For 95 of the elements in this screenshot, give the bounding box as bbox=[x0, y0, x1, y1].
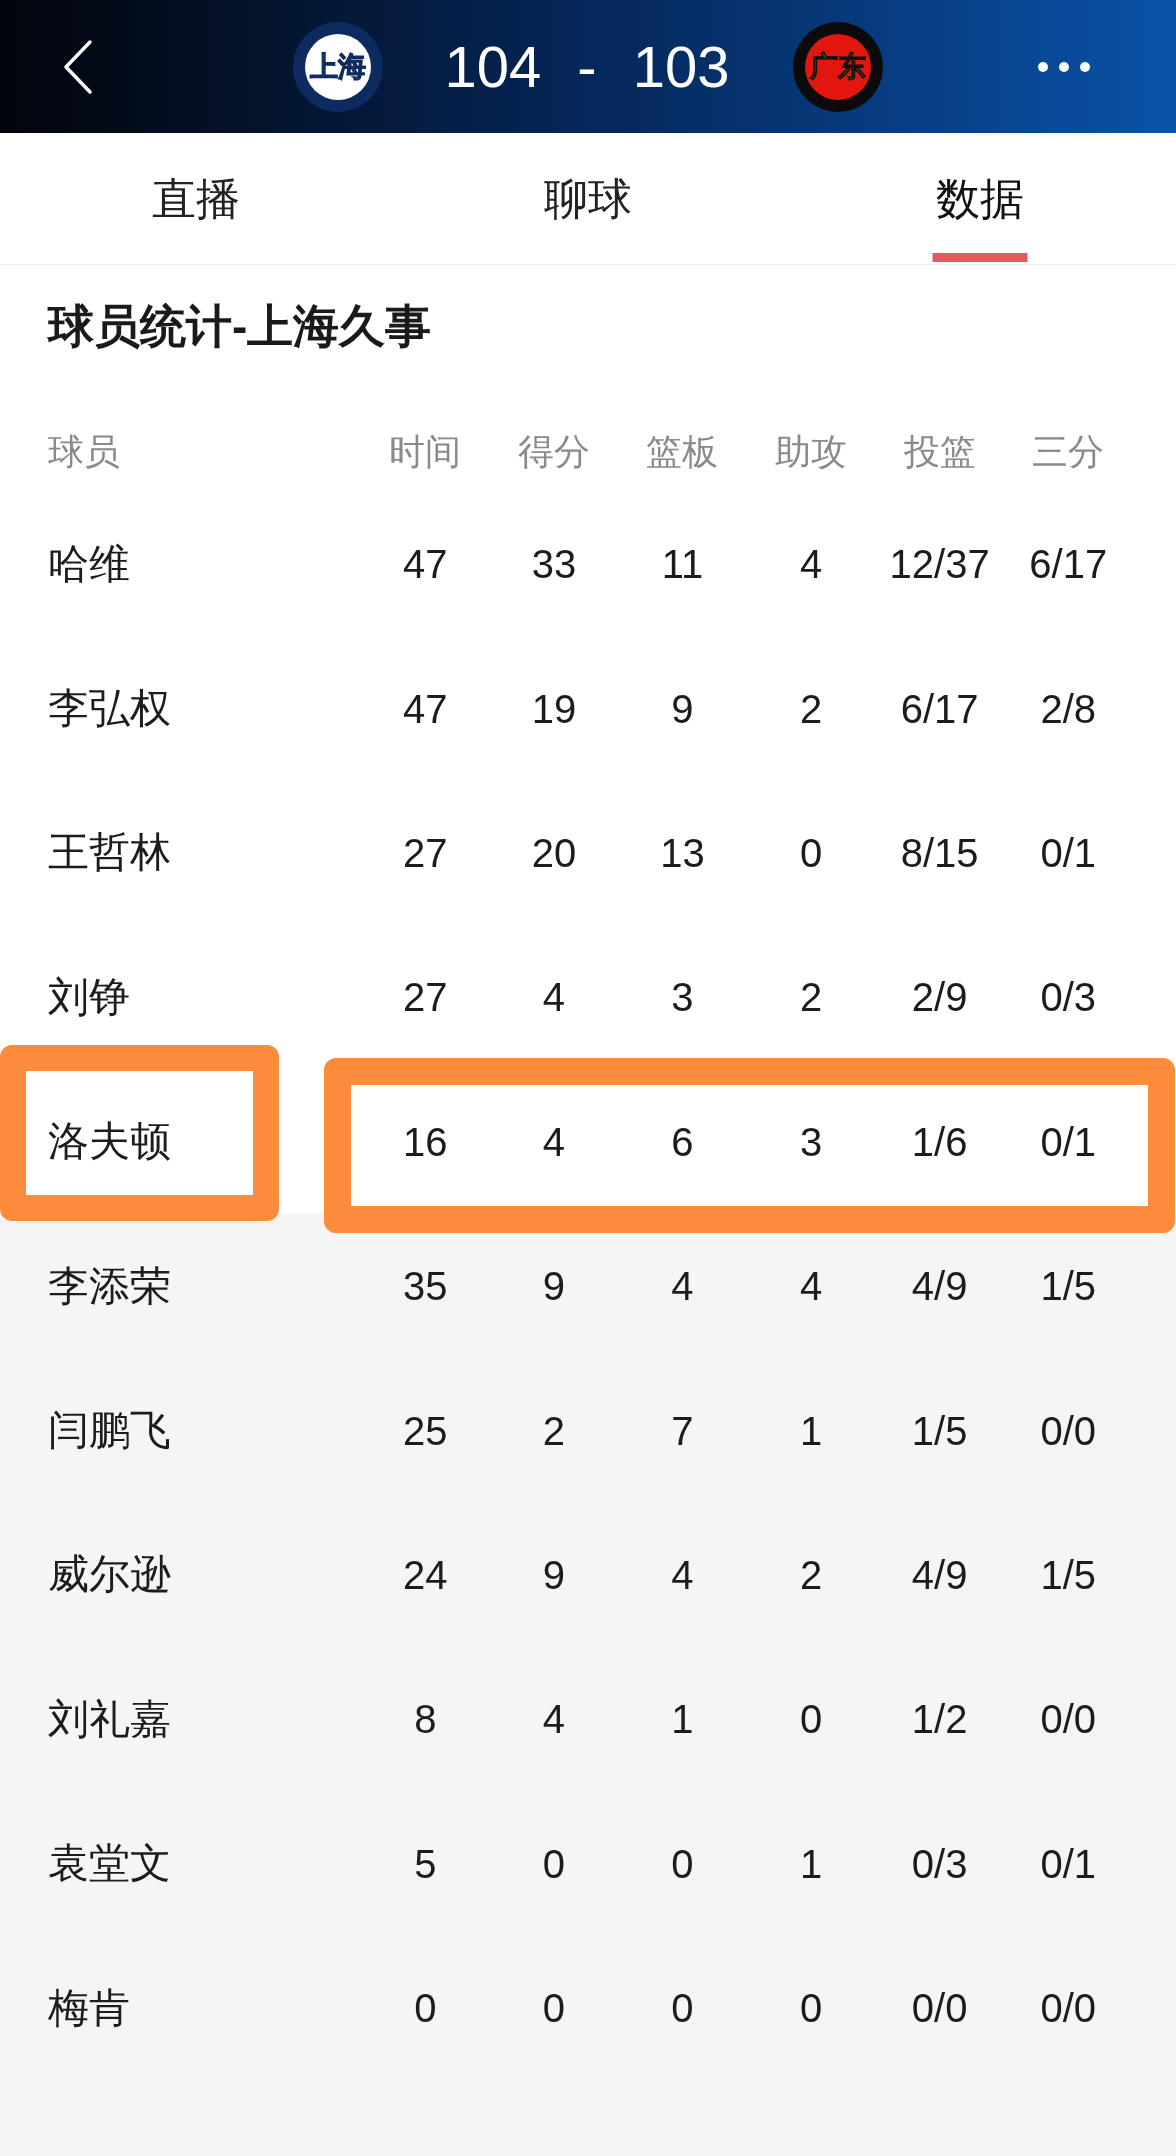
stat-value: 0 bbox=[414, 1988, 437, 2029]
column-header: 得分 bbox=[517, 433, 590, 470]
stat-value: 13 bbox=[660, 832, 705, 873]
home-score: 104 bbox=[444, 37, 542, 96]
stat-value: 2 bbox=[799, 688, 823, 729]
stat-value: 9 bbox=[671, 688, 694, 729]
stat-value: 19 bbox=[531, 688, 577, 729]
stat-value: 4 bbox=[671, 1554, 694, 1595]
stat-value: 4/9 bbox=[911, 1266, 968, 1307]
player-name[interactable]: 梅肯 bbox=[48, 1987, 130, 2029]
stat-value: 6 bbox=[671, 1121, 694, 1162]
player-name[interactable]: 闫鹏飞 bbox=[48, 1410, 171, 1452]
stat-value: 47 bbox=[403, 688, 448, 729]
stat-value: 12/37 bbox=[889, 544, 990, 585]
stat-value: 16 bbox=[403, 1121, 448, 1162]
stat-value: 1 bbox=[671, 1699, 694, 1740]
stat-value: 4 bbox=[542, 1121, 565, 1162]
stat-value: 2/9 bbox=[911, 977, 968, 1018]
stat-value: 4 bbox=[671, 1266, 694, 1307]
stat-value: 4 bbox=[799, 544, 823, 585]
stat-value: 25 bbox=[403, 1410, 448, 1451]
stat-value: 1/6 bbox=[911, 1121, 968, 1162]
stat-value: 47 bbox=[403, 544, 448, 585]
stat-value: 4 bbox=[542, 977, 565, 1018]
stat-value: 0/3 bbox=[911, 1843, 968, 1884]
player-name[interactable]: 洛夫顿 bbox=[48, 1121, 171, 1163]
stat-value: 0 bbox=[542, 1843, 565, 1884]
stat-value: 0 bbox=[799, 1988, 823, 2029]
player-name[interactable]: 威尔逊 bbox=[48, 1554, 171, 1596]
stat-value: 1/5 bbox=[911, 1410, 968, 1451]
column-header: 三分 bbox=[1032, 433, 1105, 470]
team-logo: 广东 bbox=[793, 21, 884, 112]
stat-value: 9 bbox=[542, 1266, 565, 1307]
stat-value: 11 bbox=[661, 544, 704, 585]
stat-value: 24 bbox=[403, 1554, 448, 1595]
stat-value: 4/9 bbox=[911, 1554, 968, 1595]
column-header: 助攻 bbox=[775, 433, 848, 470]
column-header: 球员 bbox=[48, 433, 120, 470]
stat-value: 33 bbox=[531, 544, 577, 585]
stat-value: 5 bbox=[414, 1843, 437, 1884]
stat-value: 0/1 bbox=[1040, 832, 1097, 873]
away-score: 103 bbox=[632, 37, 730, 96]
stat-value: 0 bbox=[671, 1843, 694, 1884]
player-name[interactable]: 刘礼嘉 bbox=[48, 1698, 171, 1740]
player-name[interactable]: 李添荣 bbox=[48, 1265, 171, 1307]
back-icon bbox=[63, 38, 93, 95]
player-name[interactable]: 刘铮 bbox=[48, 976, 130, 1018]
score-separator: - bbox=[577, 37, 597, 96]
stat-value: 0 bbox=[542, 1988, 565, 2029]
stat-value: 8/15 bbox=[900, 832, 979, 873]
stat-value: 3 bbox=[671, 977, 694, 1018]
stat-value: 6/17 bbox=[900, 688, 979, 729]
stat-value: 0/0 bbox=[1040, 1410, 1097, 1451]
team-logo: 上海 bbox=[292, 21, 383, 112]
stat-value: 0/1 bbox=[1040, 1843, 1097, 1884]
stat-value: 3 bbox=[799, 1121, 823, 1162]
column-header: 投篮 bbox=[903, 433, 976, 470]
stat-value: 7 bbox=[671, 1410, 694, 1451]
tab[interactable]: 聊球 bbox=[392, 133, 784, 264]
stat-value: 6/17 bbox=[1029, 544, 1108, 585]
section-title: 球员统计-上海久事 bbox=[48, 301, 432, 351]
stat-value: 20 bbox=[531, 832, 577, 873]
tab[interactable]: 直播 bbox=[0, 133, 392, 264]
column-header: 篮板 bbox=[646, 433, 719, 470]
stat-value: 0/1 bbox=[1040, 1121, 1097, 1162]
player-name[interactable]: 哈维 bbox=[48, 543, 130, 585]
stat-value: 0/0 bbox=[1040, 1988, 1097, 2029]
stat-value: 2 bbox=[799, 1554, 823, 1595]
player-name[interactable]: 袁堂文 bbox=[48, 1843, 171, 1885]
stat-value: 4 bbox=[799, 1266, 823, 1307]
player-name[interactable]: 王哲林 bbox=[48, 832, 171, 874]
stat-value: 0 bbox=[799, 1699, 823, 1740]
stat-value: 8 bbox=[414, 1699, 437, 1740]
stat-value: 0/3 bbox=[1040, 977, 1097, 1018]
stat-value: 2 bbox=[799, 977, 823, 1018]
column-header: 时间 bbox=[389, 433, 462, 470]
stat-value: 27 bbox=[403, 977, 448, 1018]
stat-value: 0/0 bbox=[1040, 1699, 1097, 1740]
stat-value: 0/0 bbox=[911, 1988, 968, 2029]
stat-value: 9 bbox=[542, 1554, 565, 1595]
stat-value: 2/8 bbox=[1040, 688, 1097, 729]
stat-value: 0 bbox=[799, 832, 823, 873]
stat-value: 2 bbox=[542, 1410, 565, 1451]
stat-value: 0 bbox=[671, 1988, 694, 2029]
stat-value: 1 bbox=[799, 1843, 823, 1884]
stat-value: 1/5 bbox=[1040, 1266, 1097, 1307]
player-name[interactable]: 李弘权 bbox=[48, 688, 171, 730]
more-icon bbox=[1038, 61, 1090, 72]
stat-value: 1/2 bbox=[911, 1699, 968, 1740]
stat-value: 27 bbox=[403, 832, 448, 873]
stat-value: 35 bbox=[403, 1266, 448, 1307]
stat-value: 4 bbox=[542, 1699, 565, 1740]
stat-value: 1 bbox=[799, 1410, 823, 1451]
tab[interactable]: 数据 bbox=[784, 133, 1176, 264]
stat-value: 1/5 bbox=[1040, 1554, 1097, 1595]
